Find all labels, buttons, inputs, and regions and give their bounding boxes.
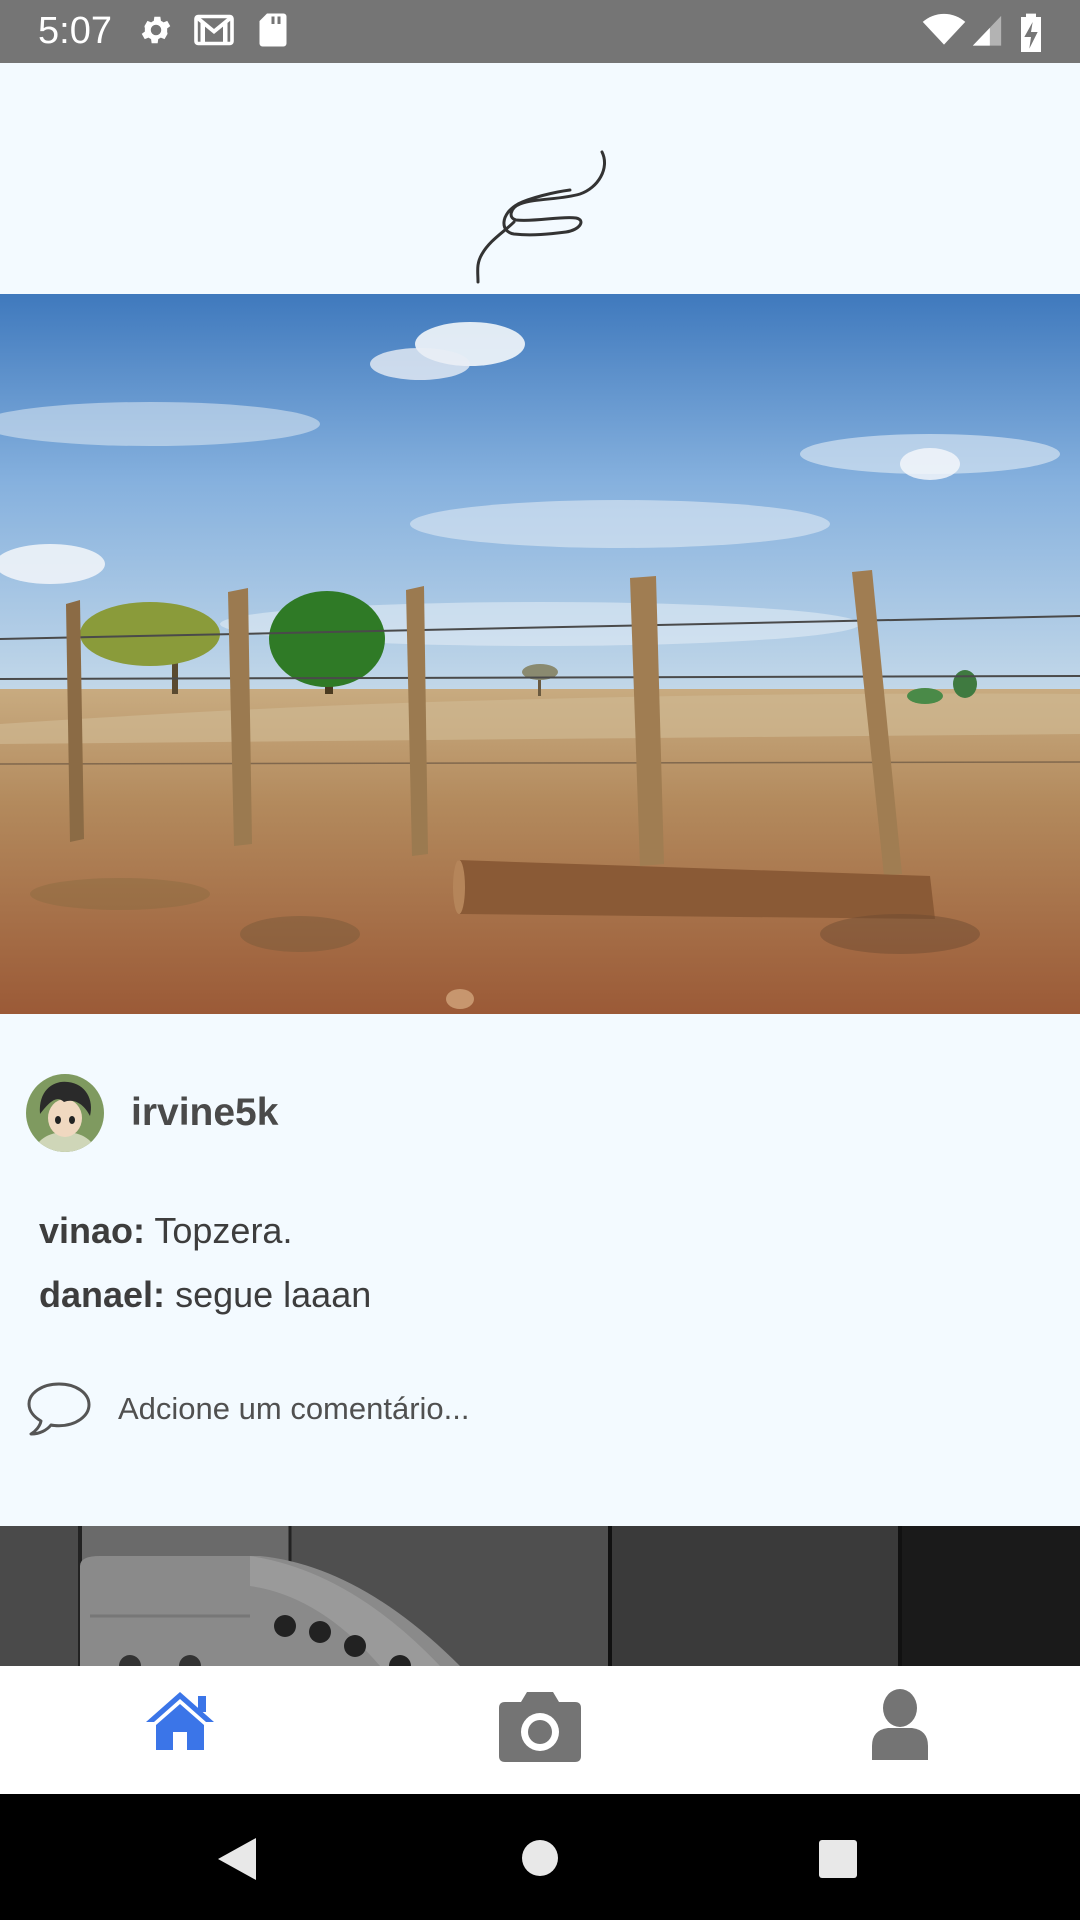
comment-text: Topzera.: [154, 1210, 293, 1251]
bottom-tab-bar: [0, 1666, 1080, 1794]
signal-icon: [972, 15, 1002, 46]
avatar-image: [26, 1074, 104, 1152]
status-bar: 5:07: [0, 0, 1080, 63]
comment-user[interactable]: danael:: [39, 1274, 165, 1315]
avatar[interactable]: [26, 1074, 104, 1152]
system-nav-bar: [0, 1794, 1080, 1920]
status-time: 5:07: [38, 10, 112, 52]
add-comment-placeholder[interactable]: Adcione um comentário...: [118, 1391, 470, 1427]
home-icon[interactable]: [144, 1688, 216, 1754]
add-comment-field[interactable]: Adcione um comentário...: [26, 1379, 470, 1439]
comment-text: segue laaan: [175, 1274, 372, 1315]
next-post-image[interactable]: [0, 1526, 1080, 1666]
camera-icon[interactable]: [497, 1688, 583, 1764]
sd-card-icon: [259, 13, 287, 47]
battery-charging-icon: [1021, 13, 1041, 52]
app-header: [0, 63, 1080, 294]
speech-bubble-icon: [27, 1382, 91, 1436]
comment-user[interactable]: vinao:: [39, 1210, 145, 1251]
comment-item: vinao: Topzera.: [39, 1199, 371, 1263]
wifi-icon: [922, 13, 966, 45]
post-author[interactable]: irvine5k: [26, 1073, 278, 1153]
comment-item: danael: segue laaan: [39, 1263, 371, 1327]
gmail-icon: [194, 14, 234, 46]
back-icon[interactable]: [214, 1834, 260, 1884]
home-circle-icon[interactable]: [520, 1838, 560, 1878]
post-image[interactable]: [0, 294, 1080, 1014]
app-logo: [476, 150, 606, 284]
profile-icon[interactable]: [870, 1688, 930, 1760]
settings-icon: [141, 16, 171, 44]
feed[interactable]: irvine5k vinao: Topzera. danael: segue l…: [0, 294, 1080, 1666]
comments-list: vinao: Topzera. danael: segue laaan: [39, 1199, 371, 1327]
author-username[interactable]: irvine5k: [131, 1091, 278, 1135]
recents-icon[interactable]: [818, 1839, 858, 1879]
